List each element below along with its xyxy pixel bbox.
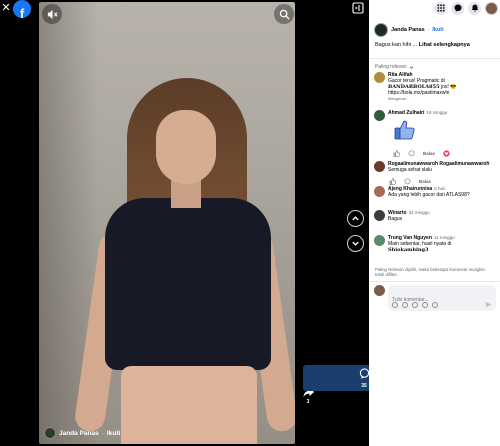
comment-time: 5 hari (434, 186, 446, 191)
comment-item: Rita Alifah Gacor terus! Pragmatic di BA… (374, 72, 496, 102)
post-caption-text: Bagus kan hihi ... (375, 42, 418, 48)
comment-body: Winarto 34 minggu Bagus (388, 210, 430, 222)
camera-icon[interactable] (412, 302, 418, 308)
reply-link[interactable]: Balas (423, 151, 435, 156)
reaction-heart-icon (443, 150, 450, 157)
video-subject-top (105, 198, 271, 370)
comment-actions: Balas (389, 178, 431, 185)
post-header: Janda Panas · Ikuti (374, 23, 444, 37)
comment-time: 11 minggu (433, 235, 455, 240)
comment-count: 35 (361, 383, 367, 389)
sticker-icon[interactable] (432, 302, 438, 308)
previous-video-button[interactable] (347, 210, 364, 227)
comment-time: 19 minggu (426, 110, 448, 115)
comment-icon[interactable] (408, 150, 415, 157)
bell-icon (471, 4, 478, 12)
comment-avatar[interactable] (374, 110, 385, 121)
comment-sort-dropdown[interactable]: Paling relevan (375, 64, 414, 70)
speaker-muted-icon (47, 9, 57, 19)
collapse-panel-icon[interactable] (352, 2, 364, 14)
comment-text: Semuga sehat slalu (388, 167, 432, 173)
avatar-sticker-icon[interactable] (392, 302, 398, 308)
send-icon[interactable] (485, 301, 492, 308)
composer-box[interactable] (388, 285, 496, 311)
comment-body: Rogaalimunawwaroh Rogaalimunawwaroh Semu… (388, 161, 489, 173)
owner-avatar[interactable] (44, 427, 56, 439)
comment-item: Winarto 34 minggu Bagus (374, 210, 496, 222)
comment-composer (374, 285, 496, 311)
comment-time: 34 minggu (408, 210, 430, 215)
comment-more[interactable]: Mengenai... (388, 96, 456, 102)
chevron-down-icon (409, 65, 414, 69)
composer-avatar (374, 285, 385, 296)
emoji-icon[interactable] (402, 302, 408, 308)
divider (369, 58, 500, 59)
filter-note: Paling Relevan dipilih, maka beberapa ko… (375, 267, 485, 277)
comment-avatar[interactable] (374, 186, 385, 197)
mute-button[interactable] (42, 4, 62, 24)
video-viewer: ✕ f Janda Panas · Ikuti 109 35 (0, 0, 425, 446)
zoom-search-button[interactable] (274, 4, 294, 24)
comment-item: Ajeng Khairunnisa 5 hari Ada yang lebih g… (374, 186, 496, 198)
comment-text: Ada yang lebih gacor dari ATLAS98? (388, 192, 470, 198)
next-video-button[interactable] (347, 235, 364, 252)
reply-link[interactable]: Balas (419, 179, 431, 184)
top-navigation (369, 0, 500, 16)
comment-body: Rita Alifah Gacor terus! Pragmatic di BA… (388, 72, 456, 102)
post-follow-link[interactable]: Ikuti (432, 27, 443, 33)
post-author-name[interactable]: Janda Panas (391, 27, 425, 33)
comment-bubble-icon (359, 368, 369, 379)
post-meta: · (427, 27, 430, 33)
comment-avatar[interactable] (374, 235, 385, 246)
comments-panel: Janda Panas · Ikuti Bagus kan hihi ... L… (369, 0, 500, 446)
account-avatar[interactable] (485, 1, 498, 15)
video-subject-face (156, 110, 216, 184)
messenger-icon (454, 4, 461, 12)
video-subject-body (121, 366, 257, 444)
see-more-link[interactable]: Lihat selengkapnya (419, 42, 470, 48)
facebook-logo-icon[interactable]: f (13, 0, 31, 18)
comment-bold-text: Shiokambing3 (388, 247, 429, 253)
menu-button[interactable] (434, 1, 447, 15)
gif-icon[interactable] (422, 302, 428, 308)
like-icon[interactable] (389, 178, 396, 185)
comment-avatar[interactable] (374, 210, 385, 221)
chevron-up-icon (352, 216, 359, 221)
post-author-avatar[interactable] (374, 23, 388, 37)
thumbs-up-sticker-icon (394, 120, 415, 140)
separator-dot: · (101, 429, 104, 437)
post-caption: Bagus kan hihi ... Lihat selengkapnya (375, 42, 470, 48)
like-icon[interactable] (393, 150, 400, 157)
comment-body: Trung Van Nguyen 11 minggu Main sebentar,… (388, 235, 455, 253)
grid-menu-icon (436, 4, 445, 12)
reaction-sidebar: 109 35 3 (298, 365, 425, 405)
comment-actions: Balas (393, 150, 450, 157)
video-owner-bar: Janda Panas · Ikuti (44, 427, 120, 439)
comment-item: Trung Van Nguyen 11 minggu Main sebentar,… (374, 235, 496, 253)
comment-author-line: Ahmad Zulhairi 19 minggu (388, 110, 447, 116)
messenger-button[interactable] (451, 1, 464, 15)
comment-avatar[interactable] (374, 161, 385, 172)
share-count: 3 (306, 399, 310, 405)
video-player[interactable] (39, 2, 295, 444)
chevron-down-icon (352, 241, 359, 246)
comment-author[interactable]: Ahmad Zulhairi (388, 110, 424, 116)
composer-tools (392, 302, 438, 308)
search-icon (279, 9, 290, 20)
close-icon[interactable]: ✕ (0, 2, 12, 14)
sort-label: Paling relevan (375, 64, 407, 70)
comment-text: Bagus (388, 216, 403, 222)
owner-name[interactable]: Janda Panas (59, 430, 99, 437)
notifications-button[interactable] (468, 1, 481, 15)
follow-link[interactable]: Ikuti (107, 430, 120, 437)
divider (369, 281, 500, 282)
comment-body: Ajeng Khairunnisa 5 hari Ada yang lebih g… (388, 186, 470, 198)
comment-icon[interactable] (404, 178, 411, 185)
comment-item: Rogaalimunawwaroh Rogaalimunawwaroh Semu… (374, 161, 496, 173)
comment-avatar[interactable] (374, 72, 385, 83)
